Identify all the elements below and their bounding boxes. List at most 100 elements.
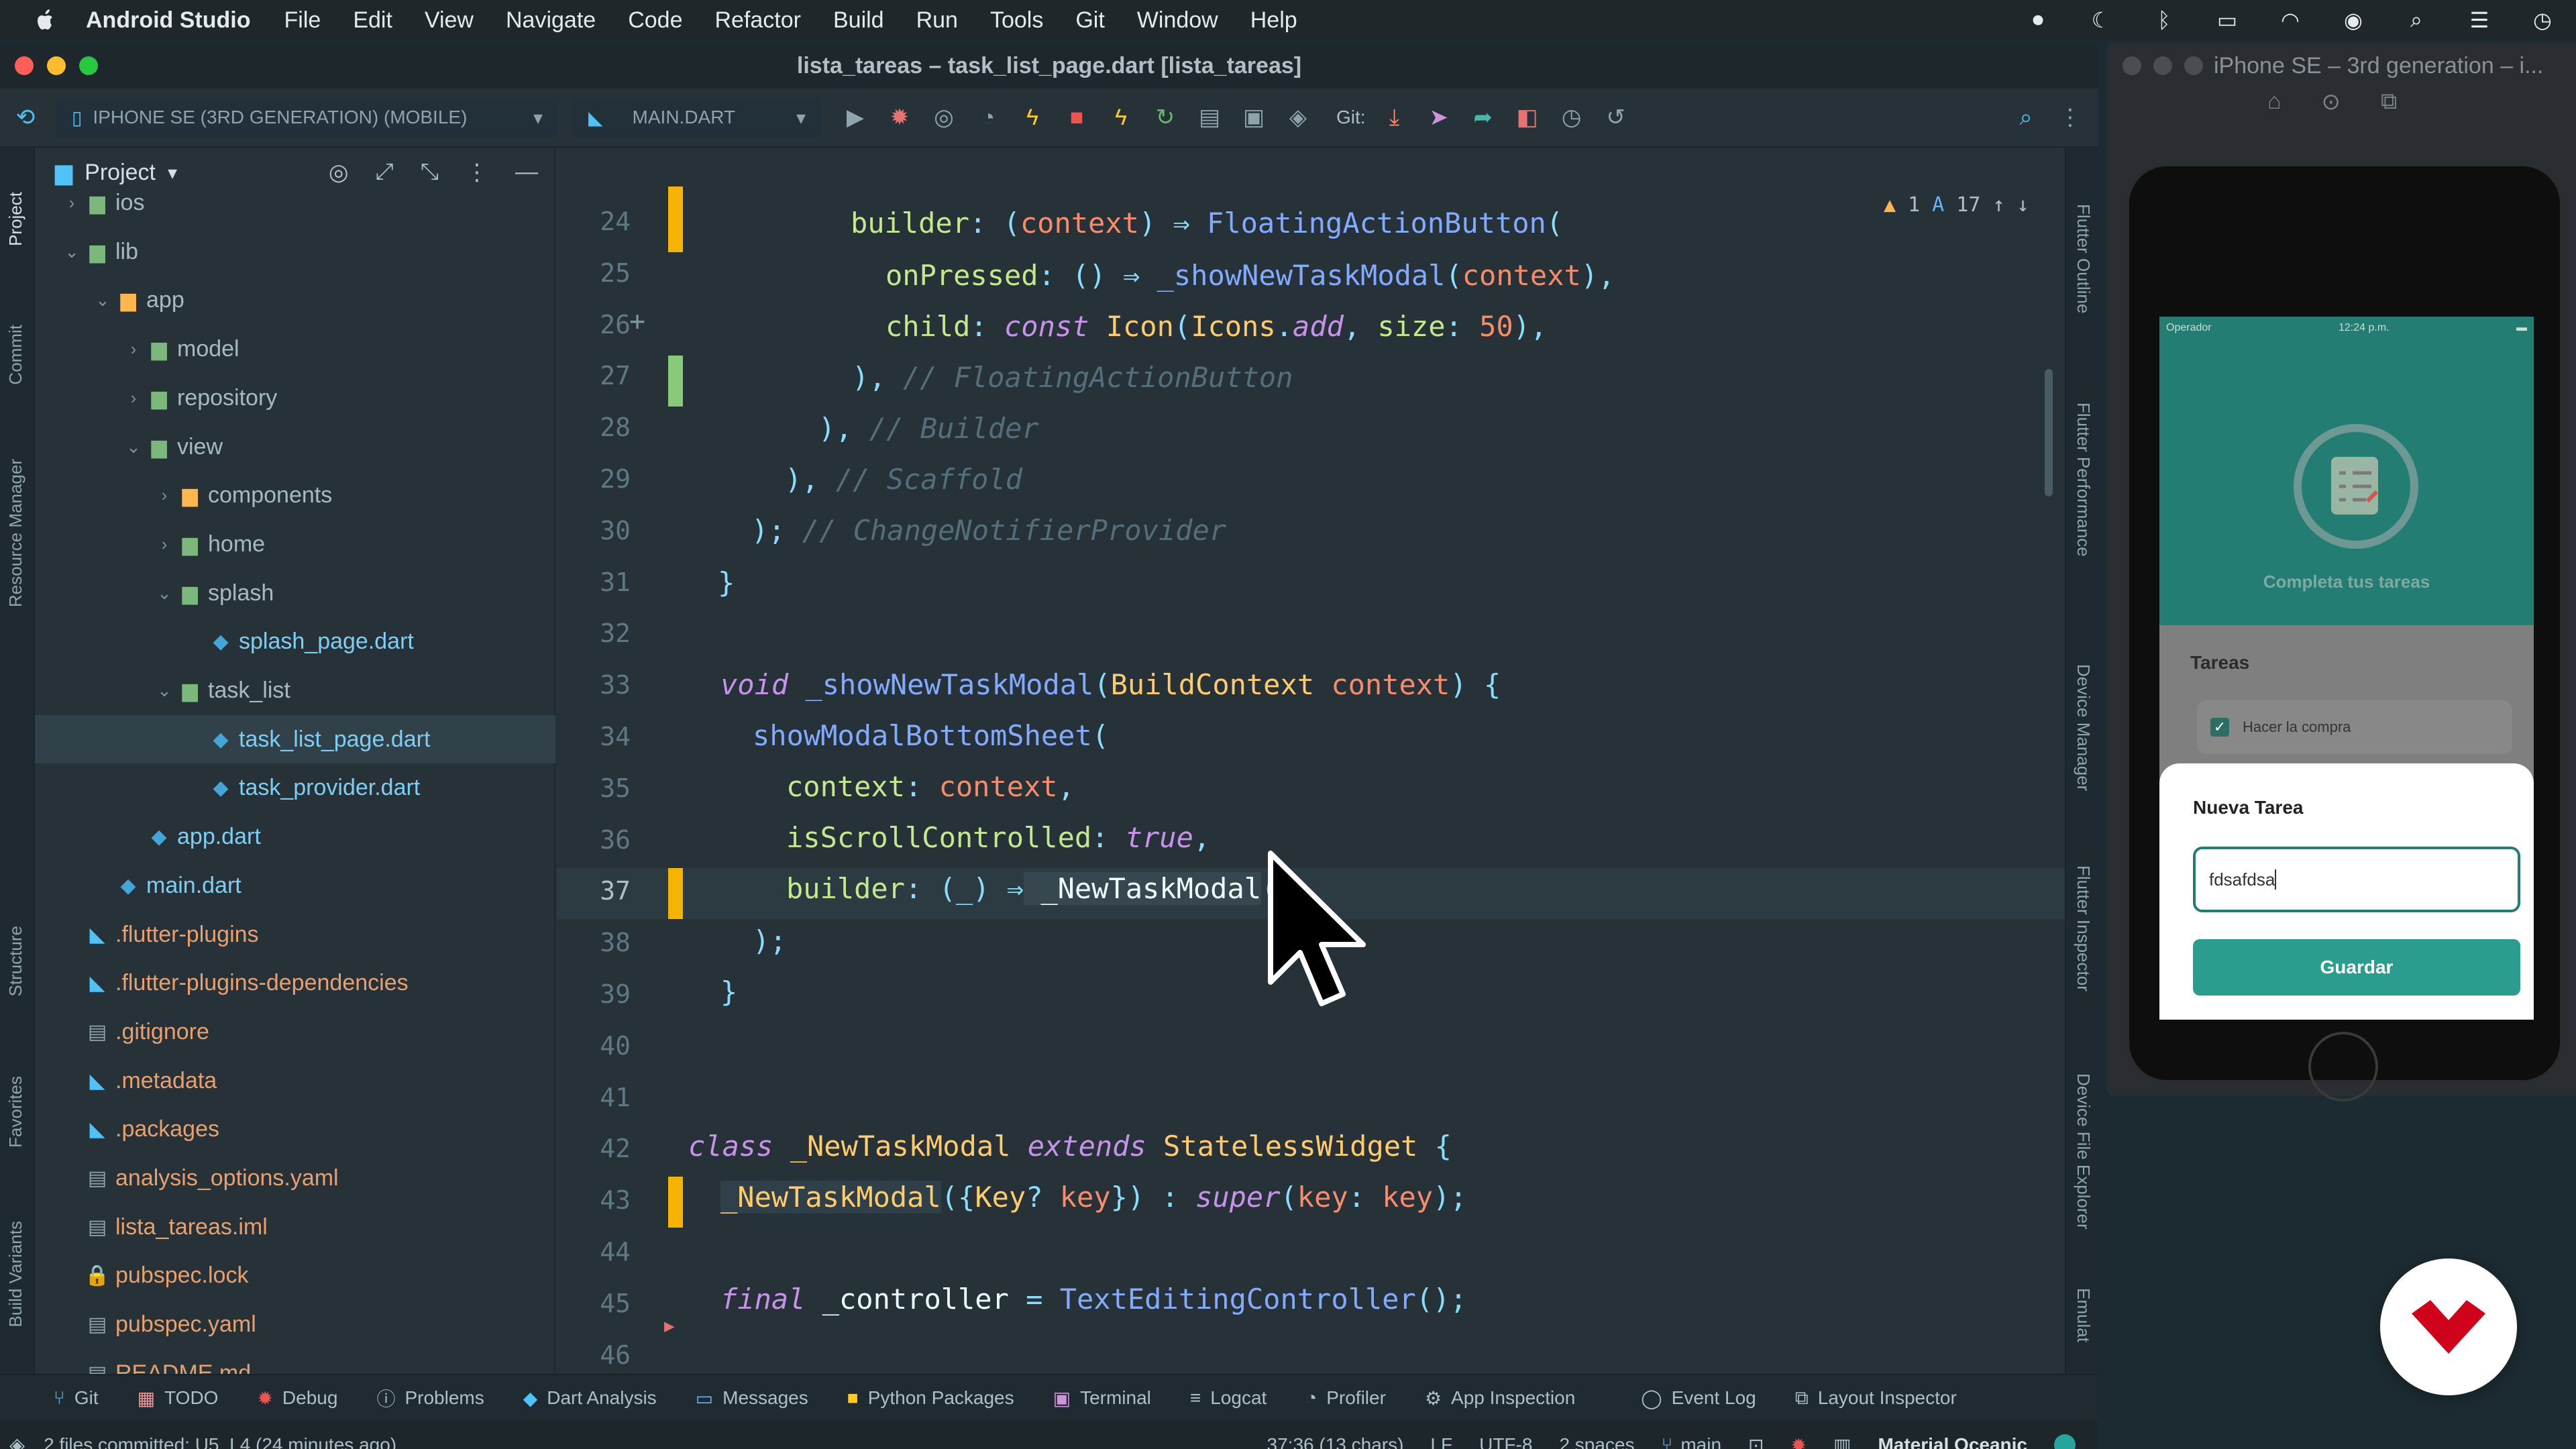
battery-icon[interactable]: ▭ bbox=[2214, 7, 2241, 34]
git-commit-icon[interactable]: ➦ bbox=[1468, 103, 1498, 132]
chevron-right-icon[interactable]: › bbox=[154, 485, 174, 506]
run-icon[interactable]: ▶ bbox=[841, 103, 870, 132]
zoom-window-button[interactable] bbox=[2184, 56, 2203, 75]
bluetooth-icon[interactable]: ᛒ bbox=[2151, 7, 2178, 34]
menu-run[interactable]: Run bbox=[916, 7, 958, 34]
tree-item[interactable]: ◆ task_provider.dart bbox=[35, 763, 555, 812]
tree-item[interactable]: ◆ main.dart bbox=[35, 861, 555, 910]
tree-item[interactable]: ▤ pubspec.yaml bbox=[35, 1300, 555, 1348]
chevron-down-icon[interactable]: ⌄ bbox=[93, 290, 113, 311]
chevron-down-icon[interactable]: ⌄ bbox=[154, 680, 174, 701]
home-icon[interactable]: ⌂ bbox=[2267, 89, 2282, 126]
debug-icon[interactable]: ✹ bbox=[885, 103, 914, 132]
control-center-icon[interactable]: ☰ bbox=[2466, 7, 2493, 34]
menu-window[interactable]: Window bbox=[1137, 7, 1218, 34]
tree-item[interactable]: › ▆ home bbox=[35, 520, 555, 568]
menu-navigate[interactable]: Navigate bbox=[506, 7, 596, 34]
tool-app-inspection[interactable]: ⚙ App Inspection bbox=[1425, 1387, 1575, 1409]
coverage-icon[interactable]: ◎ bbox=[929, 103, 959, 132]
tab-project[interactable]: Project bbox=[5, 192, 26, 246]
chevron-right-icon[interactable]: › bbox=[154, 534, 174, 555]
add-icon[interactable]: + bbox=[629, 306, 645, 337]
tree-item[interactable]: › ▆ repository bbox=[35, 374, 555, 422]
rotate-icon[interactable]: ⧉ bbox=[2381, 89, 2397, 126]
tree-item[interactable]: › ▆ ios bbox=[35, 178, 555, 227]
status-message[interactable]: 2 files committed: U5_L4 (24 minutes ago… bbox=[44, 1434, 396, 1449]
device-selector[interactable]: ▯ IPHONE SE (3RD GENERATION) (MOBILE) ▾ bbox=[56, 97, 559, 138]
apple-icon[interactable] bbox=[32, 7, 59, 34]
menu-build[interactable]: Build bbox=[833, 7, 884, 34]
device-file-icon[interactable]: ▤ bbox=[1195, 103, 1224, 132]
tab-resource-manager[interactable]: Resource Manager bbox=[5, 459, 26, 607]
tree-item[interactable]: ◣ .flutter-plugins-dependencies bbox=[35, 959, 555, 1007]
tree-item[interactable]: ▤ lista_tareas.iml bbox=[35, 1203, 555, 1251]
tree-item[interactable]: ⌄ ▆ app bbox=[35, 276, 555, 324]
tree-item[interactable]: ⌄ ▆ lib bbox=[35, 227, 555, 276]
minimize-window-button[interactable] bbox=[2153, 56, 2172, 75]
tree-item[interactable]: ⌄ ▆ task_list bbox=[35, 666, 555, 714]
tab-flutter-performance[interactable]: Flutter Performance bbox=[2073, 402, 2094, 557]
tool-problems[interactable]: ⓘ Problems bbox=[376, 1385, 484, 1411]
save-button[interactable]: Guardar bbox=[2193, 939, 2520, 996]
git-update-icon[interactable]: ⤓ bbox=[1380, 103, 1409, 132]
tree-item[interactable]: ◣ .metadata bbox=[35, 1057, 555, 1105]
theme-indicator-icon[interactable] bbox=[2054, 1434, 2076, 1449]
new-task-input[interactable]: fdsafdsa bbox=[2193, 847, 2520, 912]
tab-commit[interactable]: Commit bbox=[5, 325, 26, 385]
chevron-down-icon[interactable]: ⌄ bbox=[62, 241, 82, 262]
profile-icon[interactable]: ◔ bbox=[973, 103, 1003, 132]
run-config-selector[interactable]: ◣ MAIN.DART ▾ bbox=[572, 97, 822, 138]
line-separator[interactable]: LF bbox=[1430, 1434, 1452, 1449]
tree-item[interactable]: ◣ .flutter-plugins bbox=[35, 910, 555, 959]
tool-git[interactable]: ⑂ Git bbox=[54, 1387, 99, 1409]
caret-position[interactable]: 37:36 (13 chars) bbox=[1267, 1434, 1404, 1449]
close-window-button[interactable] bbox=[15, 56, 34, 75]
spotlight-search-icon[interactable]: ⌕ bbox=[2403, 7, 2430, 34]
stop-icon[interactable]: ■ bbox=[1062, 103, 1091, 132]
app-name-menu[interactable]: Android Studio bbox=[86, 7, 251, 34]
wifi-icon[interactable]: ◠ bbox=[2277, 7, 2304, 34]
search-everywhere-icon[interactable]: ⌕ bbox=[2011, 103, 2041, 132]
git-compare-icon[interactable]: ◧ bbox=[1513, 103, 1542, 132]
tab-favorites[interactable]: Favorites bbox=[5, 1076, 26, 1148]
bug-icon[interactable]: ✹ bbox=[1791, 1434, 1807, 1449]
menu-view[interactable]: View bbox=[425, 7, 474, 34]
chevron-down-icon[interactable]: ⌄ bbox=[123, 437, 144, 458]
menu-help[interactable]: Help bbox=[1250, 7, 1297, 34]
menu-git[interactable]: Git bbox=[1075, 7, 1104, 34]
zoom-window-button[interactable] bbox=[79, 56, 98, 75]
git-rollback-icon[interactable]: ↺ bbox=[1601, 103, 1631, 132]
layers-icon[interactable]: ◈ bbox=[9, 1434, 25, 1449]
lock-icon[interactable]: ⊡ bbox=[1748, 1434, 1764, 1449]
minimize-window-button[interactable] bbox=[47, 56, 66, 75]
theme-name[interactable]: Material Oceanic bbox=[1878, 1434, 2027, 1449]
moon-icon[interactable]: ☾ bbox=[2088, 7, 2114, 34]
tool-python-packages[interactable]: ■ Python Packages bbox=[847, 1387, 1014, 1409]
chevron-right-icon[interactable]: › bbox=[123, 339, 144, 360]
code-editor[interactable]: ▲ 1 A 17 ↑ ↓ + ▶ 24 25 26 27 28 29 30 31 32 33 34 3… bbox=[557, 148, 2065, 1374]
sdk-manager-icon[interactable]: ◈ bbox=[1283, 103, 1313, 132]
menu-tools[interactable]: Tools bbox=[990, 7, 1043, 34]
menu-refactor[interactable]: Refactor bbox=[714, 7, 801, 34]
tool-dart-analysis[interactable]: ◆ Dart Analysis bbox=[523, 1387, 657, 1409]
tree-item[interactable]: ▤ .gitignore bbox=[35, 1008, 555, 1056]
git-branch-widget[interactable]: ⑂ main bbox=[1662, 1434, 1722, 1449]
checkbox-checked-icon[interactable]: ✓ bbox=[2210, 718, 2229, 737]
read-mode-icon[interactable]: ▥ bbox=[1833, 1434, 1851, 1449]
tool-messages[interactable]: ▭ Messages bbox=[696, 1387, 808, 1409]
user-icon[interactable]: ◉ bbox=[2340, 7, 2367, 34]
hot-restart-icon[interactable]: ↻ bbox=[1150, 103, 1180, 132]
tool-todo[interactable]: ▦ TODO bbox=[138, 1387, 219, 1409]
menu-file[interactable]: File bbox=[284, 7, 321, 34]
record-icon[interactable]: ⏺ bbox=[2025, 7, 2051, 34]
git-push-icon[interactable]: ➤ bbox=[1424, 103, 1454, 132]
tool-logcat[interactable]: ≡ Logcat bbox=[1190, 1387, 1267, 1409]
tool-terminal[interactable]: ▣ Terminal bbox=[1053, 1387, 1151, 1409]
menu-edit[interactable]: Edit bbox=[353, 7, 392, 34]
chevron-down-icon[interactable]: ⌄ bbox=[154, 583, 174, 604]
chevron-right-icon[interactable]: › bbox=[62, 193, 82, 213]
hot-reload-icon[interactable]: ϟ bbox=[1018, 103, 1047, 132]
previous-highlight-icon[interactable]: ↑ bbox=[1992, 193, 2004, 217]
tree-item[interactable]: › ▆ components bbox=[35, 471, 555, 519]
tab-structure[interactable]: Structure bbox=[5, 926, 26, 997]
